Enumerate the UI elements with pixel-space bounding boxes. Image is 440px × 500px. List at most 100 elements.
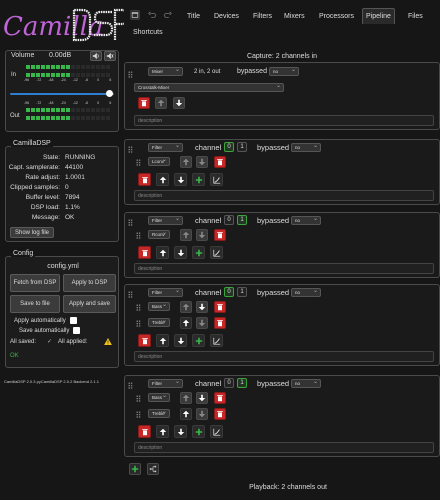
move-up-button[interactable] bbox=[156, 173, 169, 186]
description-field[interactable]: description bbox=[134, 442, 434, 453]
remove-filter-button[interactable] bbox=[214, 156, 226, 168]
move-up-button[interactable] bbox=[156, 246, 169, 259]
move-down-button[interactable] bbox=[174, 246, 187, 259]
move-up-button[interactable] bbox=[180, 408, 192, 420]
undo-button[interactable] bbox=[147, 10, 157, 20]
move-down-button[interactable] bbox=[196, 229, 208, 241]
apply-auto-checkbox[interactable] bbox=[69, 317, 77, 324]
move-up-button[interactable] bbox=[180, 156, 192, 168]
drag-handle-icon[interactable] bbox=[136, 320, 141, 327]
filter-name-select[interactable]: Treble bbox=[148, 317, 170, 327]
step-type-select[interactable]: Mixer bbox=[148, 66, 183, 76]
save-auto-checkbox[interactable] bbox=[73, 327, 81, 334]
add-step-button[interactable] bbox=[129, 463, 141, 475]
move-up-button[interactable] bbox=[180, 229, 192, 241]
drag-handle-icon[interactable] bbox=[136, 159, 141, 166]
remove-filter-button[interactable] bbox=[214, 408, 226, 420]
plot-button[interactable] bbox=[210, 173, 223, 186]
plot-button[interactable] bbox=[210, 334, 223, 347]
step-type-select[interactable]: Filter bbox=[148, 142, 183, 152]
channel-0-toggle[interactable]: 0 bbox=[224, 378, 234, 388]
channel-1-toggle[interactable]: 1 bbox=[237, 215, 247, 225]
plot-button[interactable] bbox=[210, 425, 223, 438]
mixer-name-select[interactable]: Crosstalk-Mixer bbox=[134, 82, 284, 92]
move-down-button[interactable] bbox=[174, 173, 187, 186]
apply-and-save-button[interactable]: Apply and save bbox=[63, 295, 116, 313]
remove-filter-button[interactable] bbox=[214, 229, 226, 241]
filter-name-select[interactable]: Lconv bbox=[148, 156, 170, 166]
plot-button[interactable] bbox=[210, 246, 223, 259]
tab-mixers[interactable]: Mixers bbox=[281, 8, 308, 24]
show-log-button[interactable]: Show log file bbox=[10, 227, 54, 238]
description-field[interactable]: description bbox=[134, 263, 434, 274]
drag-handle-icon[interactable] bbox=[128, 291, 133, 298]
move-down-button[interactable] bbox=[196, 156, 208, 168]
drag-handle-icon[interactable] bbox=[128, 146, 133, 153]
step-type-select[interactable]: Filter bbox=[148, 378, 183, 388]
step-type-select[interactable]: Filter bbox=[148, 215, 183, 225]
move-up-button[interactable] bbox=[180, 392, 192, 404]
filter-name-select[interactable]: Rconv bbox=[148, 229, 170, 239]
bypass-select[interactable]: no bbox=[291, 142, 321, 152]
add-filter-button[interactable] bbox=[192, 173, 205, 186]
move-up-button[interactable] bbox=[156, 425, 169, 438]
drag-handle-icon[interactable] bbox=[128, 219, 133, 226]
move-down-button[interactable] bbox=[196, 392, 208, 404]
pipeline-diagram-button[interactable] bbox=[147, 463, 159, 475]
description-field[interactable]: description bbox=[134, 190, 434, 201]
redo-button[interactable] bbox=[163, 10, 173, 20]
channel-1-toggle[interactable]: 1 bbox=[237, 142, 247, 152]
delete-button[interactable] bbox=[138, 97, 150, 109]
tab-shortcuts[interactable]: Shortcuts bbox=[130, 24, 166, 40]
save-button[interactable]: Save to file bbox=[10, 295, 60, 313]
channel-1-toggle[interactable]: 1 bbox=[237, 378, 247, 388]
volume-slider[interactable] bbox=[10, 90, 114, 97]
tab-devices[interactable]: Devices bbox=[211, 8, 242, 24]
delete-button[interactable] bbox=[138, 246, 151, 259]
tab-title[interactable]: Title bbox=[184, 8, 203, 24]
tab-processors[interactable]: Processors bbox=[316, 8, 357, 24]
delete-button[interactable] bbox=[138, 173, 151, 186]
description-field[interactable]: description bbox=[134, 115, 434, 126]
channel-1-toggle[interactable]: 1 bbox=[237, 287, 247, 297]
filter-name-select[interactable]: Bass bbox=[148, 301, 170, 311]
channel-0-toggle[interactable]: 0 bbox=[224, 142, 234, 152]
bypass-select[interactable]: no bbox=[269, 66, 299, 76]
tab-filters[interactable]: Filters bbox=[250, 8, 275, 24]
channel-0-toggle[interactable]: 0 bbox=[224, 215, 234, 225]
remove-filter-button[interactable] bbox=[214, 301, 226, 313]
bypass-select[interactable]: no bbox=[291, 378, 321, 388]
apply-button[interactable]: Apply to DSP bbox=[63, 274, 116, 292]
mute-toggle-button[interactable] bbox=[104, 51, 116, 61]
move-down-button[interactable] bbox=[196, 317, 208, 329]
add-filter-button[interactable] bbox=[192, 334, 205, 347]
volume-slider-knob[interactable] bbox=[105, 90, 113, 97]
filter-name-select[interactable]: Bass bbox=[148, 392, 170, 402]
fetch-button[interactable]: Fetch from DSP bbox=[10, 274, 60, 292]
drag-handle-icon[interactable] bbox=[136, 411, 141, 418]
bypass-select[interactable]: no bbox=[291, 287, 321, 297]
move-down-button[interactable] bbox=[196, 301, 208, 313]
drag-handle-icon[interactable] bbox=[136, 232, 141, 239]
filter-name-select[interactable]: Treble bbox=[148, 408, 170, 418]
drag-handle-icon[interactable] bbox=[128, 382, 133, 389]
drag-handle-icon[interactable] bbox=[128, 71, 133, 78]
add-filter-button[interactable] bbox=[192, 425, 205, 438]
bypass-select[interactable]: no bbox=[291, 215, 321, 225]
move-up-button[interactable] bbox=[155, 97, 167, 109]
move-down-button[interactable] bbox=[174, 425, 187, 438]
delete-button[interactable] bbox=[138, 425, 151, 438]
description-field[interactable]: description bbox=[134, 351, 434, 362]
mute-button[interactable] bbox=[90, 51, 102, 61]
move-up-button[interactable] bbox=[156, 334, 169, 347]
move-down-button[interactable] bbox=[196, 408, 208, 420]
move-up-button[interactable] bbox=[180, 317, 192, 329]
move-up-button[interactable] bbox=[180, 301, 192, 313]
tab-pipeline[interactable]: Pipeline bbox=[362, 8, 395, 24]
window-button[interactable] bbox=[130, 10, 140, 20]
remove-filter-button[interactable] bbox=[214, 392, 226, 404]
add-filter-button[interactable] bbox=[192, 246, 205, 259]
remove-filter-button[interactable] bbox=[214, 317, 226, 329]
channel-0-toggle[interactable]: 0 bbox=[224, 287, 234, 297]
tab-files[interactable]: Files bbox=[405, 8, 426, 24]
